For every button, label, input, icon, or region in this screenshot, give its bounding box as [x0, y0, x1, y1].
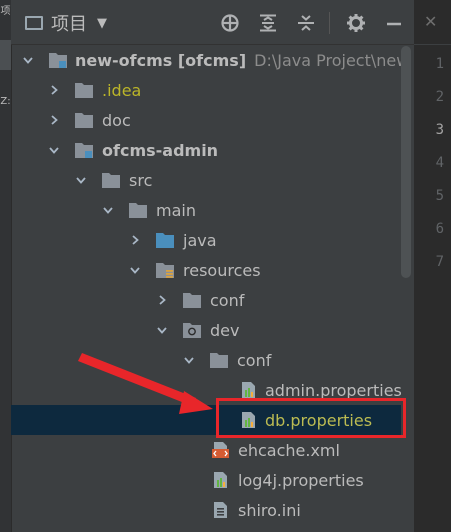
resources-folder-icon — [156, 263, 174, 278]
chevron-down-icon[interactable] — [182, 353, 196, 367]
folder-icon — [102, 173, 120, 188]
tree-label-conf: conf — [210, 290, 245, 310]
tree-label-shiro: shiro.ini — [238, 500, 301, 520]
chevron-down-icon[interactable] — [128, 263, 142, 277]
module-folder-icon — [75, 143, 93, 158]
tree-node-src[interactable]: src — [11, 165, 401, 195]
tree-label-idea: .idea — [102, 80, 142, 100]
folder-icon — [75, 113, 93, 128]
tree-node-idea[interactable]: .idea — [11, 75, 401, 105]
tree-label-log4j: log4j.properties — [238, 470, 364, 490]
toolbar-separator — [329, 12, 330, 34]
tree-node-ehcache[interactable]: ehcache.xml — [11, 435, 401, 465]
caret-down-icon: ▼ — [97, 15, 107, 31]
package-folder-icon — [183, 323, 201, 338]
chevron-right-icon[interactable] — [155, 293, 169, 307]
tree-node-java[interactable]: java — [11, 225, 401, 255]
chevron-down-icon[interactable] — [101, 203, 115, 217]
tree-label-ofcms-admin: ofcms-admin — [102, 140, 219, 160]
project-tree: new-ofcms [ofcms] D:\Java Project\new .id… — [11, 44, 401, 532]
chevron-right-icon[interactable] — [47, 83, 61, 97]
close-icon[interactable]: ✕ — [424, 12, 437, 31]
chevron-down-icon[interactable] — [21, 53, 35, 67]
chevron-right-icon[interactable] — [47, 113, 61, 127]
source-folder-icon — [156, 233, 174, 248]
tree-node-main[interactable]: main — [11, 195, 401, 225]
tree-label-java: java — [183, 230, 217, 250]
tree-node-doc[interactable]: doc — [11, 105, 401, 135]
project-window-icon — [25, 16, 43, 30]
folder-icon — [210, 353, 228, 368]
line-number: 2 — [435, 89, 444, 105]
project-view-selector[interactable]: 项目 ▼ — [25, 11, 107, 35]
line-number: 7 — [435, 254, 444, 270]
line-number: 4 — [435, 155, 444, 171]
xml-file-icon — [212, 442, 229, 458]
project-panel-header: 项目 ▼ — [11, 0, 414, 45]
line-number: 5 — [435, 188, 444, 204]
tree-node-conf[interactable]: conf — [11, 285, 401, 315]
structure-tool-tab[interactable]: Z: — [0, 96, 11, 107]
ini-file-icon — [214, 502, 227, 518]
tool-tab-marker — [0, 40, 11, 70]
locate-icon[interactable] — [219, 12, 241, 34]
gear-icon[interactable] — [345, 12, 367, 34]
folder-icon — [75, 83, 93, 98]
tree-node-resources[interactable]: resources — [11, 255, 401, 285]
chevron-down-icon[interactable] — [74, 173, 88, 187]
minimize-icon[interactable] — [383, 12, 405, 34]
tree-node-dev-conf[interactable]: conf — [11, 345, 401, 375]
tree-node-dev[interactable]: dev — [11, 315, 401, 345]
line-number: 6 — [435, 221, 444, 237]
tree-root-path: D:\Java Project\new — [254, 50, 401, 70]
tree-node-root[interactable]: new-ofcms [ofcms] D:\Java Project\new — [11, 45, 401, 75]
editor-area: ✕ 1 2 3 4 5 6 7 — [414, 0, 451, 532]
tree-label-admin-properties: admin.properties — [265, 380, 401, 400]
folder-icon — [183, 293, 201, 308]
tree-label-dev-conf: conf — [237, 350, 272, 370]
chevron-down-icon[interactable] — [47, 143, 61, 157]
tree-label-ehcache: ehcache.xml — [238, 440, 340, 460]
tree-label-main: main — [156, 200, 196, 220]
collapse-all-icon[interactable] — [295, 12, 317, 34]
chevron-down-icon[interactable] — [155, 323, 169, 337]
line-number: 1 — [435, 56, 444, 72]
tree-node-log4j[interactable]: log4j.properties — [11, 465, 401, 495]
editor-tab-border — [414, 44, 451, 45]
expand-all-icon[interactable] — [257, 12, 279, 34]
folder-icon — [129, 203, 147, 218]
tree-node-shiro[interactable]: shiro.ini — [11, 495, 401, 525]
tree-node-ofcms-admin[interactable]: ofcms-admin — [11, 135, 401, 165]
project-tool-tab[interactable]: 项 — [0, 6, 11, 17]
properties-file-icon — [214, 472, 227, 488]
line-number-current: 3 — [435, 122, 444, 138]
tree-label-src: src — [129, 170, 153, 190]
tree-label-doc: doc — [102, 110, 131, 130]
properties-file-icon — [242, 382, 255, 398]
line-number-gutter: 1 2 3 4 5 6 7 — [414, 48, 444, 279]
annotation-highlight-box — [216, 398, 406, 438]
tree-label-resources: resources — [183, 260, 261, 280]
chevron-right-icon[interactable] — [128, 233, 142, 247]
tree-label-root: new-ofcms [ofcms] D:\Java Project\new — [75, 51, 401, 70]
tree-scrollbar[interactable] — [401, 46, 411, 278]
panel-title: 项目 — [51, 14, 87, 35]
tree-label-dev: dev — [210, 320, 240, 340]
module-folder-icon — [49, 53, 67, 68]
